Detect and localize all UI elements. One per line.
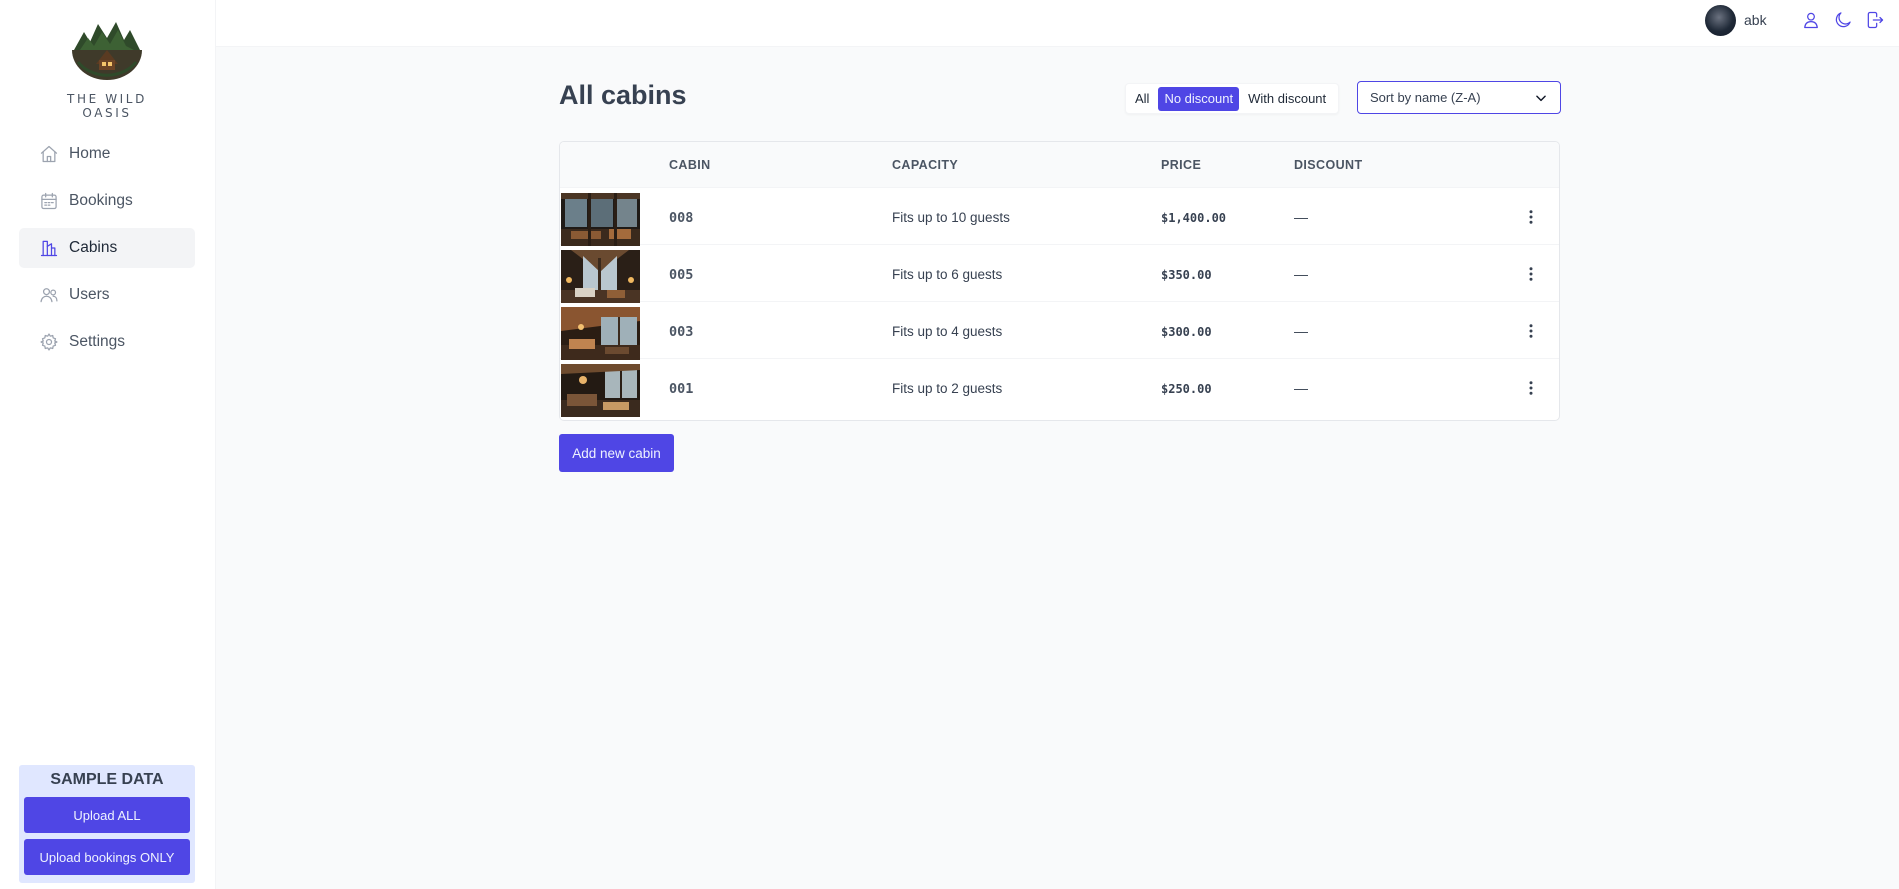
sidebar-item-label: Users [69,286,110,303]
sample-data-panel: SAMPLE DATA Upload ALL Upload bookings O… [19,765,195,883]
cabin-capacity: Fits up to 4 guests [892,324,1003,339]
row-menu-icon[interactable] [1519,262,1543,286]
filter-no-discount-button[interactable]: No discount [1158,86,1240,111]
logout-icon[interactable] [1865,10,1885,30]
user-icon[interactable] [1801,10,1821,30]
discount-filter: All No discount With discount [1125,83,1340,114]
add-new-cabin-button[interactable]: Add new cabin [559,434,674,472]
sort-select[interactable]: Sort by name (Z-A) [1357,81,1561,114]
cabin-capacity: Fits up to 2 guests [892,381,1003,396]
filter-all-button[interactable]: All [1129,87,1155,111]
moon-icon[interactable] [1833,10,1853,30]
sidebar-item-settings[interactable]: Settings [19,322,195,362]
avatar [1705,5,1736,36]
cabin-price: $1,400.00 [1161,211,1227,225]
cabin-discount: — [1294,380,1308,396]
table-row: 008 Fits up to 10 guests $1,400.00 — [560,188,1559,246]
table-header: CABIN CAPACITY PRICE DISCOUNT [560,142,1559,188]
home-icon [39,144,59,164]
cabin-image [561,250,640,303]
sidebar-item-bookings[interactable]: Bookings [19,181,195,221]
cabin-price: $350.00 [1161,268,1212,282]
sidebar-item-home[interactable]: Home [19,134,195,174]
sort-selected-value: Sort by name (Z-A) [1370,90,1481,105]
sidebar-nav: Home Bookings Cabins Users Settings [19,134,195,369]
page-title: All cabins [559,80,687,110]
cabin-discount: — [1294,323,1308,339]
header: abk [216,0,1899,47]
cabin-price: $300.00 [1161,325,1212,339]
row-menu-icon[interactable] [1519,205,1543,229]
sidebar: THE WILD OASIS Home Bookings Cabins User… [0,0,216,889]
column-header-cabin: CABIN [669,158,711,172]
username: abk [1744,12,1767,28]
upload-bookings-button[interactable]: Upload bookings ONLY [24,839,190,875]
sidebar-item-label: Home [69,145,111,162]
sidebar-item-cabins[interactable]: Cabins [19,228,195,268]
sidebar-item-label: Settings [69,333,126,350]
cabin-discount: — [1294,209,1308,225]
table-row: 005 Fits up to 6 guests $350.00 — [560,245,1559,303]
column-header-capacity: CAPACITY [892,158,959,172]
cabins-table: CABIN CAPACITY PRICE DISCOUNT 008 Fits u… [559,141,1560,421]
table-row: 001 Fits up to 2 guests $250.00 — [560,359,1559,417]
sidebar-item-users[interactable]: Users [19,275,195,315]
table-row: 003 Fits up to 4 guests $300.00 — [560,302,1559,360]
upload-all-button[interactable]: Upload ALL [24,797,190,833]
wild-oasis-logo [72,22,142,80]
cabin-image [561,307,640,360]
cabin-name: 008 [669,210,694,226]
cabin-price: $250.00 [1161,382,1212,396]
cabin-capacity: Fits up to 6 guests [892,267,1003,282]
row-menu-icon[interactable] [1519,319,1543,343]
logo: THE WILD OASIS [49,20,165,120]
cabin-discount: — [1294,266,1308,282]
filter-with-discount-button[interactable]: With discount [1242,87,1332,111]
chevron-down-icon [1536,95,1546,101]
brand-name: THE WILD OASIS [67,92,147,120]
column-header-discount: DISCOUNT [1294,158,1363,172]
row-menu-icon[interactable] [1519,376,1543,400]
cabin-name: 003 [669,324,694,340]
cabin-image [561,193,640,246]
sidebar-item-label: Cabins [69,239,118,256]
sidebar-item-label: Bookings [69,192,133,209]
users-icon [39,285,59,305]
column-header-price: PRICE [1161,158,1202,172]
gear-icon [39,332,59,352]
cabin-name: 001 [669,381,694,397]
cabins-icon [39,238,59,258]
cabin-image [561,364,640,417]
sample-data-title: SAMPLE DATA [50,771,164,788]
cabin-name: 005 [669,267,694,283]
calendar-icon [39,191,59,211]
cabin-capacity: Fits up to 10 guests [892,210,1010,225]
